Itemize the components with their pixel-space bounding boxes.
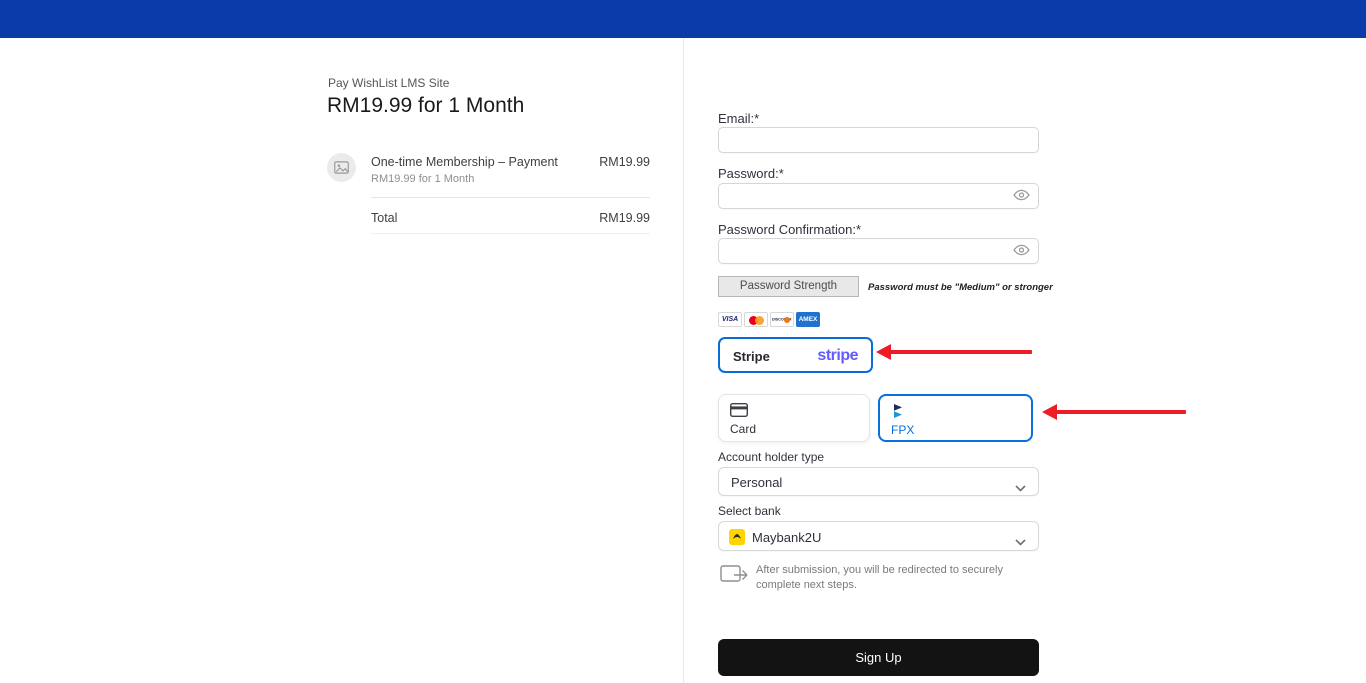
stripe-pointer-arrow (876, 344, 1032, 360)
payment-tab-card-label: Card (730, 422, 757, 436)
bank-value: Maybank2U (752, 530, 822, 545)
chevron-down-icon (1015, 533, 1026, 551)
discover-badge-icon: DISCOVER (770, 312, 794, 327)
password-confirmation-visibility-toggle[interactable] (1012, 244, 1030, 258)
eye-icon (1012, 189, 1030, 201)
discover-orange-dot (784, 317, 790, 323)
site-name-label: Pay WishList LMS Site (328, 76, 450, 90)
password-confirmation-label: Password Confirmation:* (718, 222, 862, 237)
top-navigation-bar (0, 0, 1366, 38)
mastercard-orange-circle (755, 316, 764, 325)
password-strength-meter: Password Strength (718, 276, 859, 297)
checkout-price-title: RM19.99 for 1 Month (327, 94, 525, 117)
product-image-placeholder-icon (327, 153, 356, 182)
chevron-down-icon (1015, 479, 1026, 497)
password-label: Password:* (718, 166, 784, 181)
gateway-name: Stripe (733, 349, 770, 364)
stripe-gateway-option[interactable]: Stripe stripe (718, 337, 873, 373)
card-icon (729, 402, 749, 422)
redirect-note: After submission, you will be redirected… (756, 564, 1003, 591)
column-divider (683, 38, 684, 683)
payment-tab-fpx[interactable]: FPX (878, 394, 1033, 442)
mastercard-badge-icon (744, 312, 768, 327)
password-strength-hint: Password must be "Medium" or stronger (868, 282, 1053, 293)
account-holder-type-value: Personal (731, 475, 783, 490)
total-value: RM19.99 (599, 211, 650, 225)
fpx-icon (891, 404, 904, 423)
password-visibility-toggle[interactable] (1012, 189, 1030, 203)
accepted-card-brands: VISA DISCOVER AMEX (718, 312, 820, 327)
bank-select[interactable]: Maybank2U (718, 521, 1039, 551)
line-item-price: RM19.99 (599, 155, 650, 169)
maybank-icon (729, 529, 745, 545)
registration-form: Email:* Password:* Password Confirmation… (718, 0, 1053, 683)
select-bank-label: Select bank (718, 504, 781, 518)
arrow-shaft (1055, 410, 1186, 414)
email-label: Email:* (718, 111, 760, 126)
password-field[interactable] (718, 183, 1039, 209)
total-label: Total (371, 211, 398, 225)
account-holder-type-select[interactable]: Personal (718, 467, 1039, 496)
arrow-shaft (889, 350, 1032, 354)
payment-tab-card[interactable]: Card (718, 394, 870, 442)
amex-badge-icon: AMEX (796, 312, 820, 327)
summary-divider-bottom (371, 233, 650, 234)
line-item-description: RM19.99 for 1 Month (371, 173, 475, 185)
account-holder-type-label: Account holder type (718, 450, 825, 464)
amex-badge-text: AMEX (798, 316, 818, 323)
summary-divider (371, 197, 650, 198)
payment-tab-fpx-label: FPX (891, 423, 915, 437)
image-icon (334, 161, 349, 174)
visa-badge-icon: VISA (718, 312, 742, 327)
line-item-name: One-time Membership – Payment (371, 155, 558, 169)
fpx-pointer-arrow (1042, 404, 1186, 420)
password-confirmation-field[interactable] (718, 238, 1039, 264)
sign-up-button[interactable]: Sign Up (718, 639, 1039, 676)
stripe-logo: stripe (817, 347, 858, 364)
redirect-icon (720, 564, 750, 591)
eye-icon (1012, 244, 1030, 256)
visa-badge-text: VISA (721, 316, 739, 323)
email-field[interactable] (718, 127, 1039, 153)
